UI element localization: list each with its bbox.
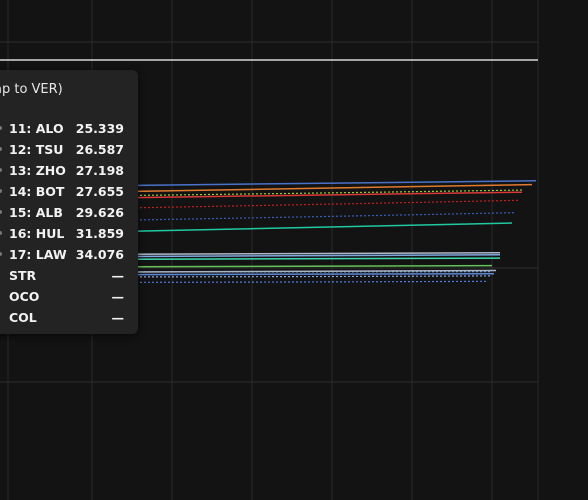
series-bullet-icon — [0, 126, 2, 130]
tooltip-row-value: 25.339 — [75, 121, 124, 136]
tooltip-row-name: STR — [9, 268, 37, 283]
series-bullet-icon — [0, 168, 2, 172]
series-bullet-icon — [0, 147, 2, 151]
tooltip-row: 16: HUL 31.859 — [0, 224, 138, 245]
series-bullet-icon — [0, 231, 2, 235]
tooltip-row-name: 15: ALB — [9, 205, 63, 220]
tooltip-row-name: OCO — [9, 289, 40, 304]
tooltip-row: 12: TSU 26.587 — [0, 140, 138, 161]
tooltip-row-name: 11: ALO — [9, 121, 64, 136]
tooltip-title: ap to VER) — [0, 82, 63, 97]
tooltip-row: OCO — — [0, 287, 138, 308]
tooltip-row-value: 29.626 — [75, 205, 124, 220]
tooltip-row: 17: LAW 34.076 — [0, 245, 138, 266]
tooltip-row-value: — — [111, 289, 125, 304]
tooltip-row: STR — — [0, 266, 138, 287]
tooltip-row: 11: ALO 25.339 — [0, 119, 138, 140]
tooltip-row-name: 13: ZHO — [9, 163, 66, 178]
tooltip-row-value: 27.655 — [75, 184, 124, 199]
hover-tooltip: ap to VER) 11: ALO 25.339 12: TSU 26.587 13:… — [0, 70, 138, 334]
tooltip-row: COL — — [0, 308, 138, 329]
tooltip-row: 13: ZHO 27.198 — [0, 161, 138, 182]
tooltip-row-value: 34.076 — [75, 247, 124, 262]
tooltip-row-value: 26.587 — [75, 142, 124, 157]
tooltip-row: 15: ALB 29.626 — [0, 203, 138, 224]
tooltip-row-name: 12: TSU — [9, 142, 64, 157]
series-bullet-icon — [0, 210, 2, 214]
tooltip-row-value: — — [111, 268, 125, 283]
tooltip-row-name: 16: HUL — [9, 226, 65, 241]
tooltip-row-name: 14: BOT — [9, 184, 65, 199]
series-bullet-icon — [0, 189, 2, 193]
tooltip-row: 14: BOT 27.655 — [0, 182, 138, 203]
tooltip-row-name: 17: LAW — [9, 247, 67, 262]
tooltip-row-value: 31.859 — [75, 226, 124, 241]
tooltip-row-value: 27.198 — [75, 163, 124, 178]
tooltip-row-name: COL — [9, 310, 37, 325]
series-bullet-icon — [0, 252, 2, 256]
tooltip-row-value: — — [111, 310, 125, 325]
